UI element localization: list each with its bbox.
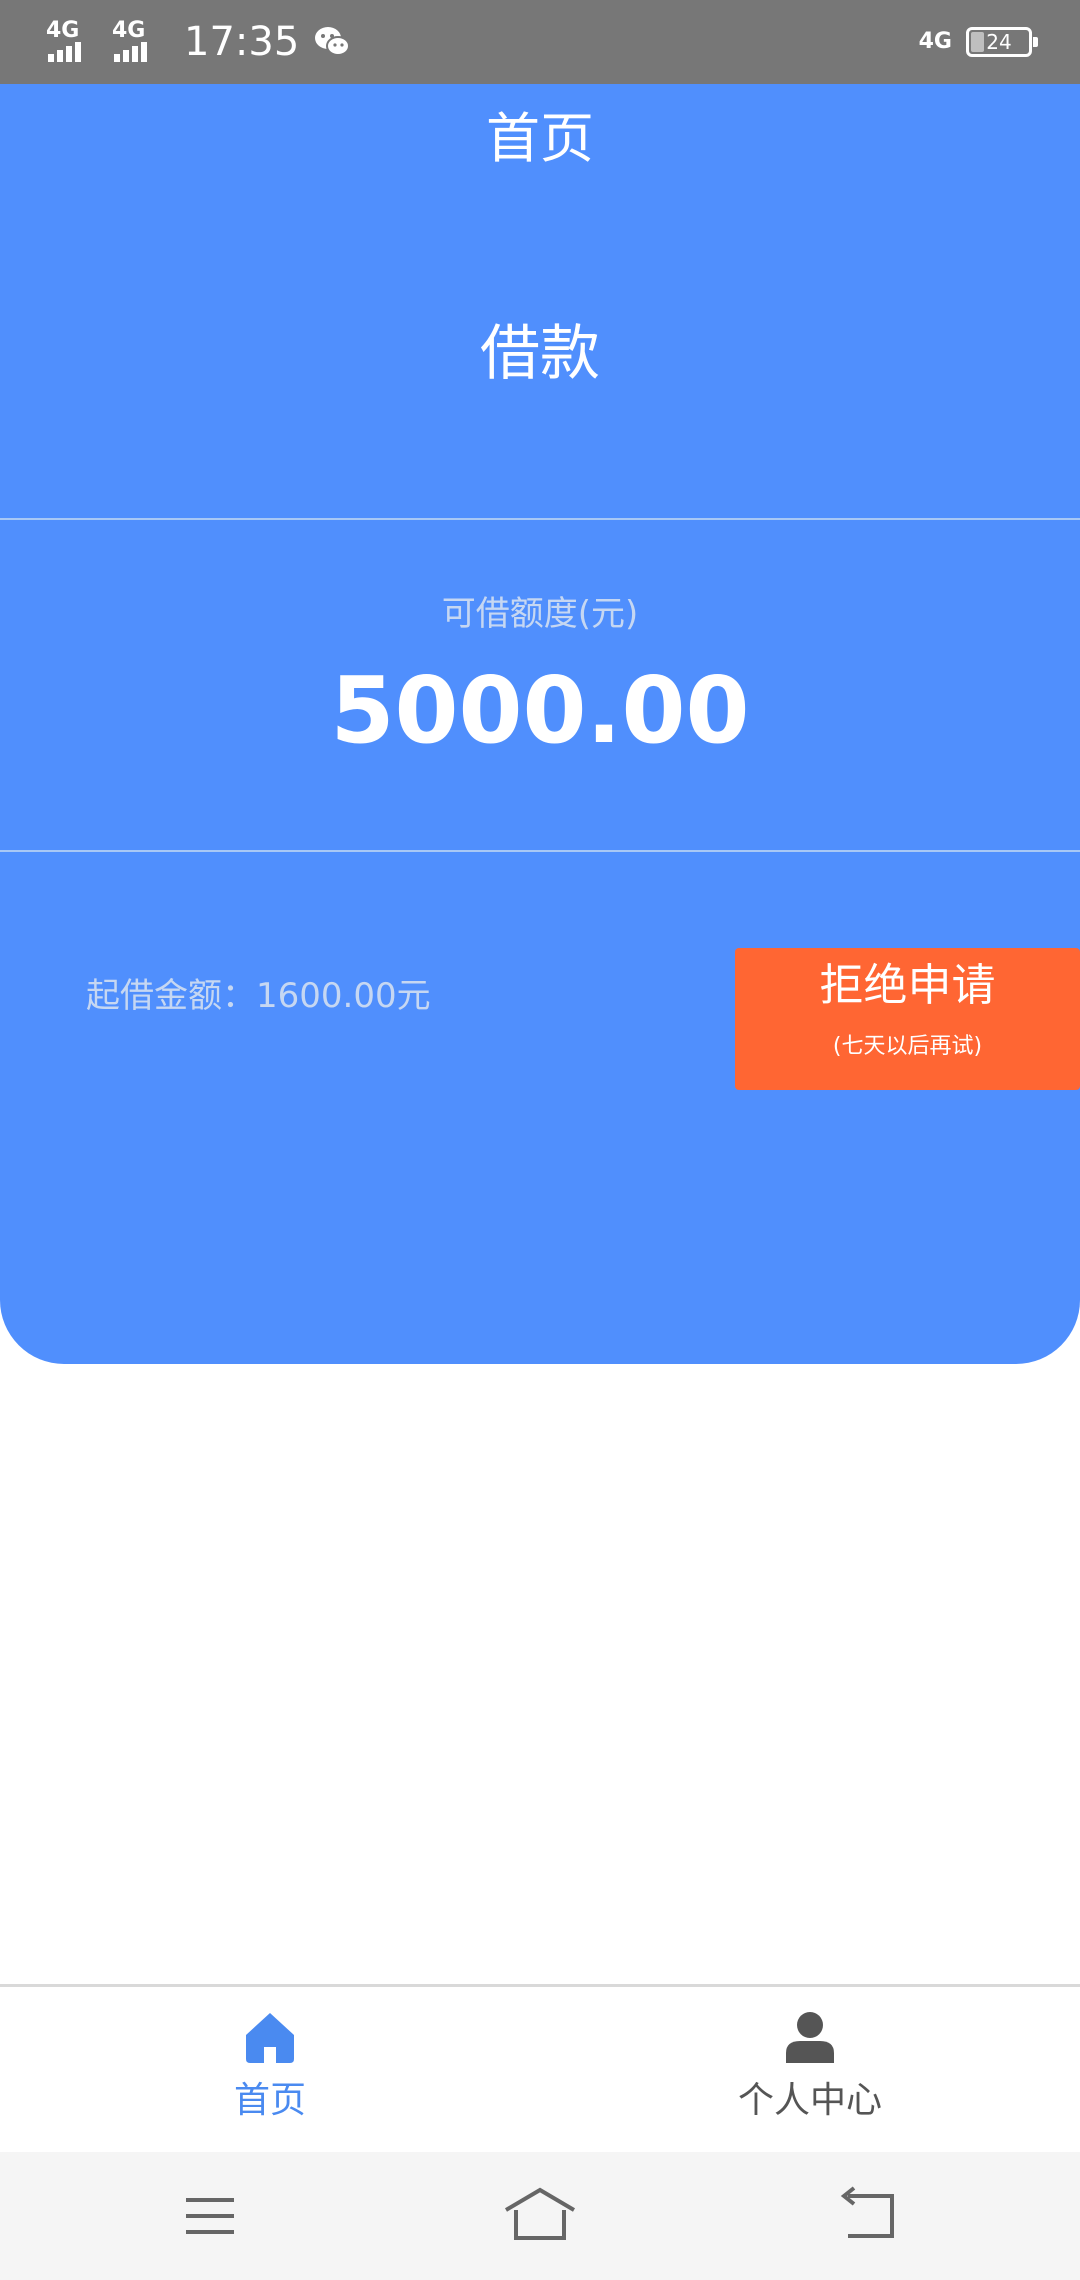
divider (0, 518, 1080, 520)
status-bar: 4G 4G 17:35 4G 24 (0, 0, 1080, 84)
signal-icon: 4G (46, 20, 98, 64)
tab-home[interactable]: 首页 (0, 1987, 540, 2152)
system-nav-bar (0, 2152, 1080, 2280)
loan-card: 首页 借款 可借额度(元) 5000.00 起借金额：1600.00元 拒绝申请… (0, 84, 1080, 1364)
quota-value: 5000.00 (330, 657, 750, 764)
min-loan-amount: 起借金额：1600.00元 (86, 976, 431, 1016)
home-icon (246, 2013, 294, 2063)
divider (0, 850, 1080, 852)
network-type-right: 4G (918, 29, 952, 54)
app-screen: 4G 4G 17:35 4G 24 首页 借款 可借额度(元) 5000.00 … (0, 0, 1080, 2280)
battery-icon: 24 (966, 27, 1038, 57)
tab-personal-center[interactable]: 个人中心 (540, 1987, 1080, 2152)
bottom-tab-bar: 首页 个人中心 (0, 1984, 1080, 2152)
status-bar-left: 4G 4G 17:35 (46, 18, 351, 66)
back-icon[interactable] (810, 2182, 930, 2250)
page-title: 首页 (486, 107, 594, 170)
network-type: 4G (46, 18, 80, 43)
tab-home-label: 首页 (233, 2080, 306, 2121)
clock: 17:35 (184, 19, 300, 65)
reject-button-label: 拒绝申请 (819, 960, 996, 1011)
home-nav-icon[interactable] (480, 2182, 600, 2250)
tab-personal-center-label: 个人中心 (737, 2080, 882, 2121)
battery-level: 24 (986, 30, 1012, 54)
loan-section-title: 借款 (480, 319, 600, 389)
signal-icon: 4G (112, 20, 164, 64)
status-bar-right: 4G 24 (918, 22, 1038, 62)
network-type: 4G (112, 18, 146, 43)
wechat-icon (315, 27, 351, 56)
reject-application-button[interactable]: 拒绝申请 (七天以后再试) (735, 948, 1080, 1090)
quota-label: 可借额度(元) (441, 594, 639, 634)
person-icon (786, 2012, 834, 2063)
menu-icon[interactable] (150, 2182, 270, 2250)
reject-button-note: (七天以后再试) (832, 1034, 983, 1059)
